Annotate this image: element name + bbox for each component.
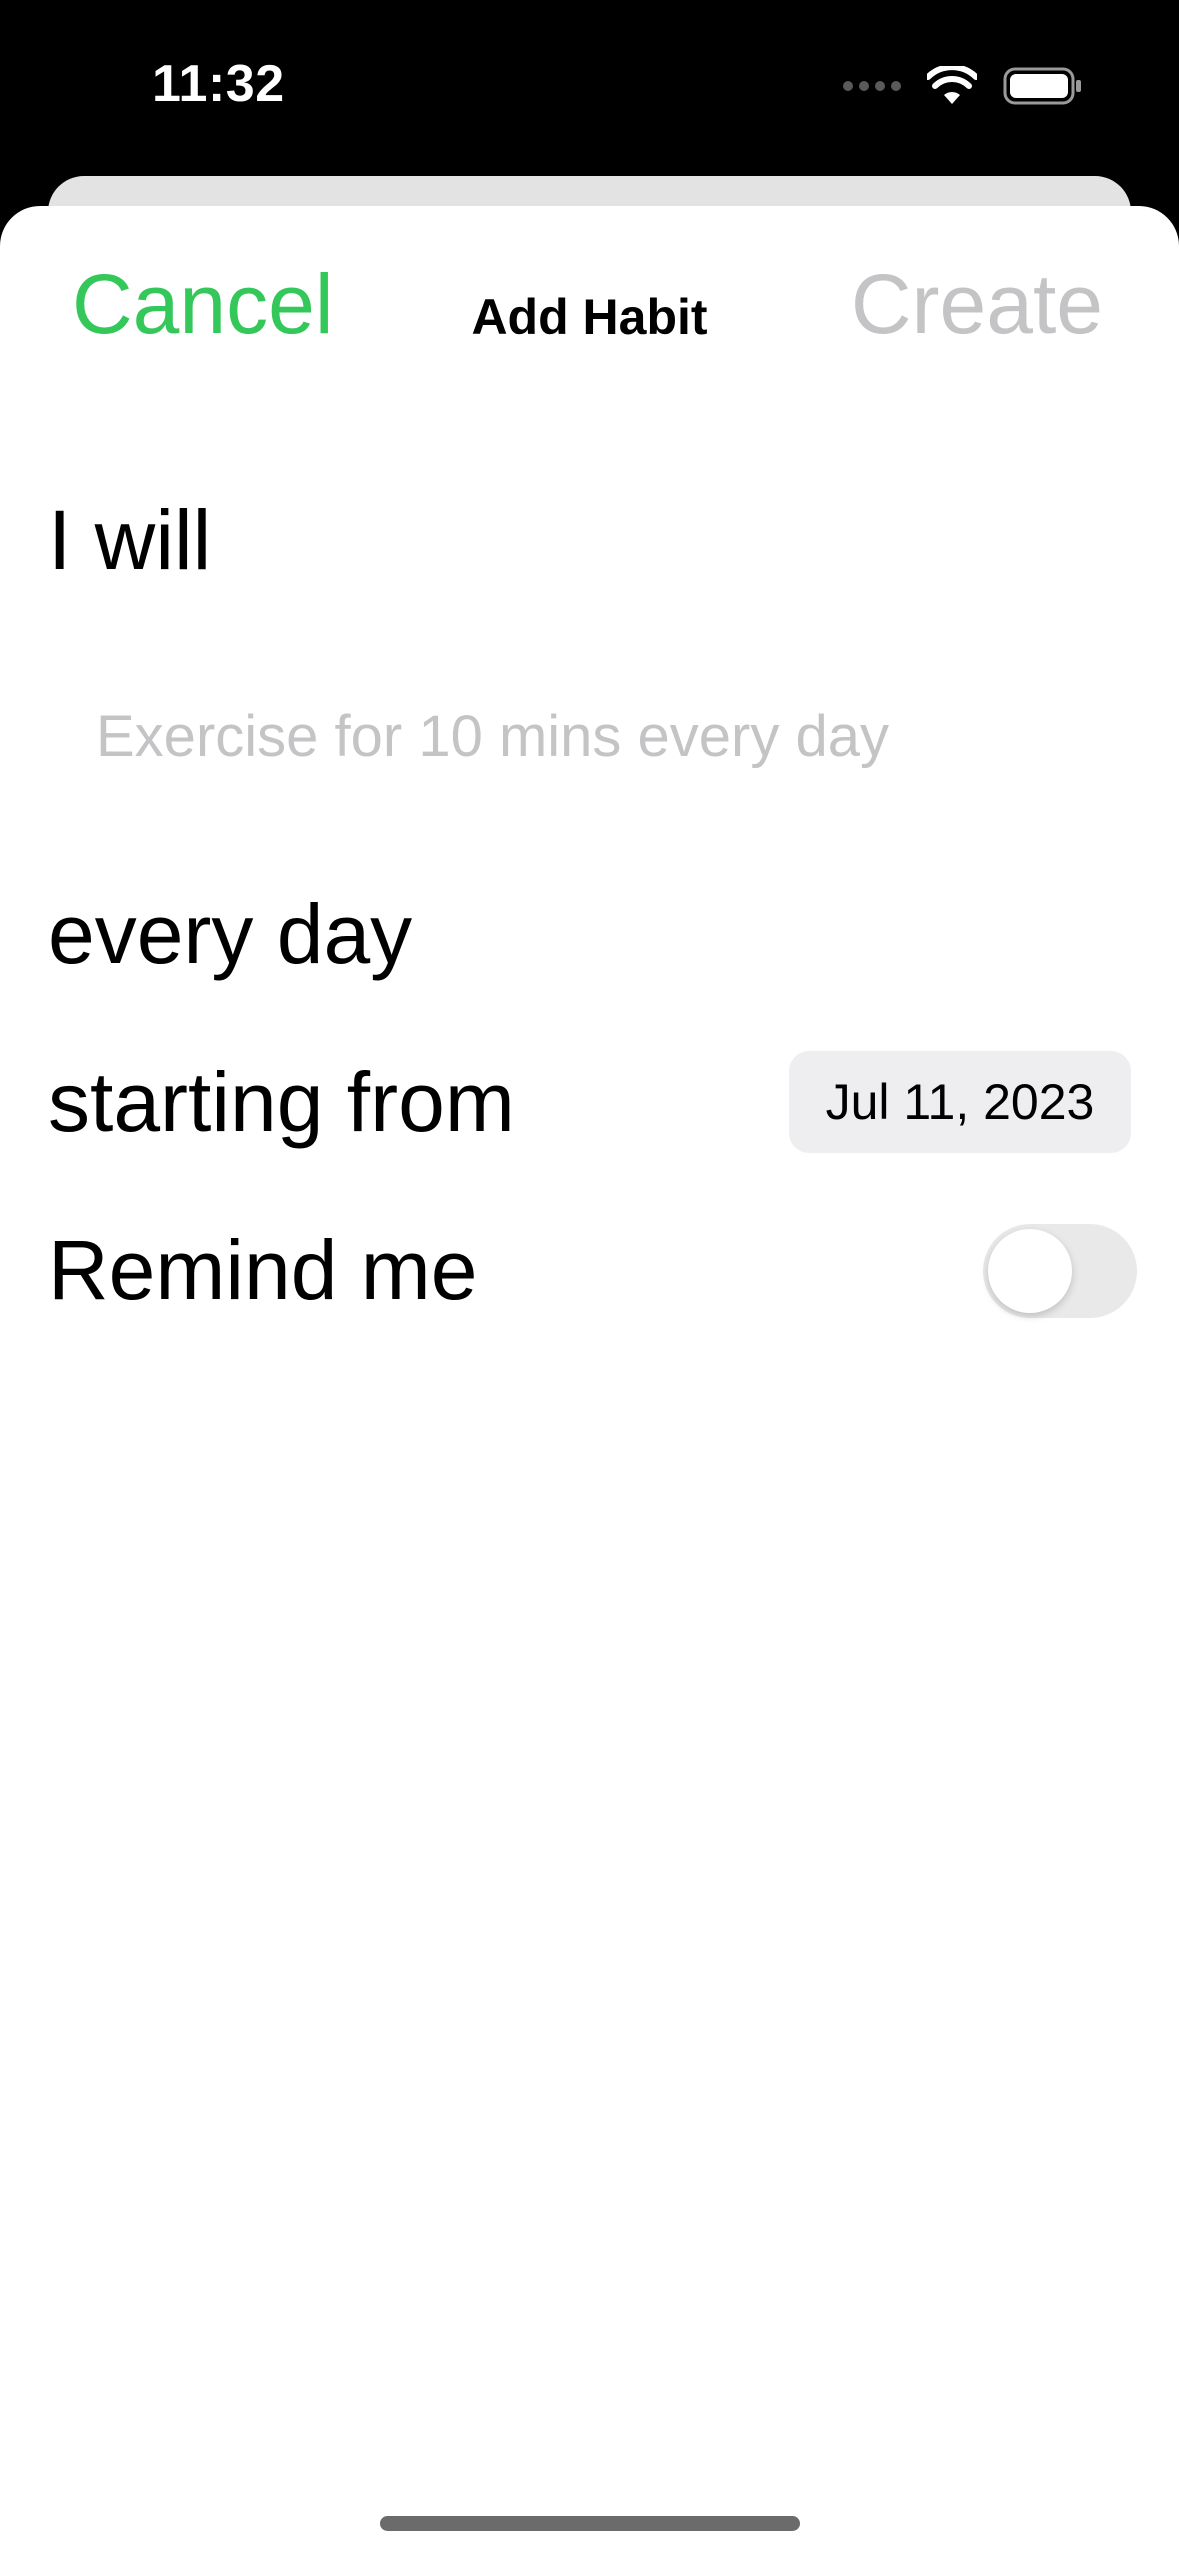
start-date-picker[interactable]: Jul 11, 2023: [789, 1051, 1131, 1153]
remind-toggle[interactable]: [983, 1224, 1137, 1318]
create-button[interactable]: Create: [851, 256, 1103, 353]
wifi-icon: [927, 66, 977, 104]
battery-icon: [1003, 67, 1081, 105]
home-indicator[interactable]: [380, 2516, 800, 2531]
start-label: starting from: [48, 1055, 515, 1149]
status-time: 11:32: [152, 55, 285, 113]
nav-bar: Cancel Add Habit Create: [0, 236, 1179, 356]
cellular-signal-icon: [843, 81, 901, 91]
status-icons: [843, 64, 1083, 108]
add-habit-sheet: Cancel Add Habit Create I will every day…: [0, 206, 1179, 2556]
intro-label: I will: [48, 493, 212, 587]
status-bar: 11:32: [0, 0, 1179, 176]
toggle-knob: [988, 1229, 1072, 1313]
remind-label: Remind me: [48, 1223, 478, 1317]
frequency-selector[interactable]: every day: [48, 886, 412, 983]
habit-name-input[interactable]: [96, 686, 1096, 786]
screen: 11:32 Cancel Add Habit Create I will Exe…: [0, 0, 1179, 2556]
